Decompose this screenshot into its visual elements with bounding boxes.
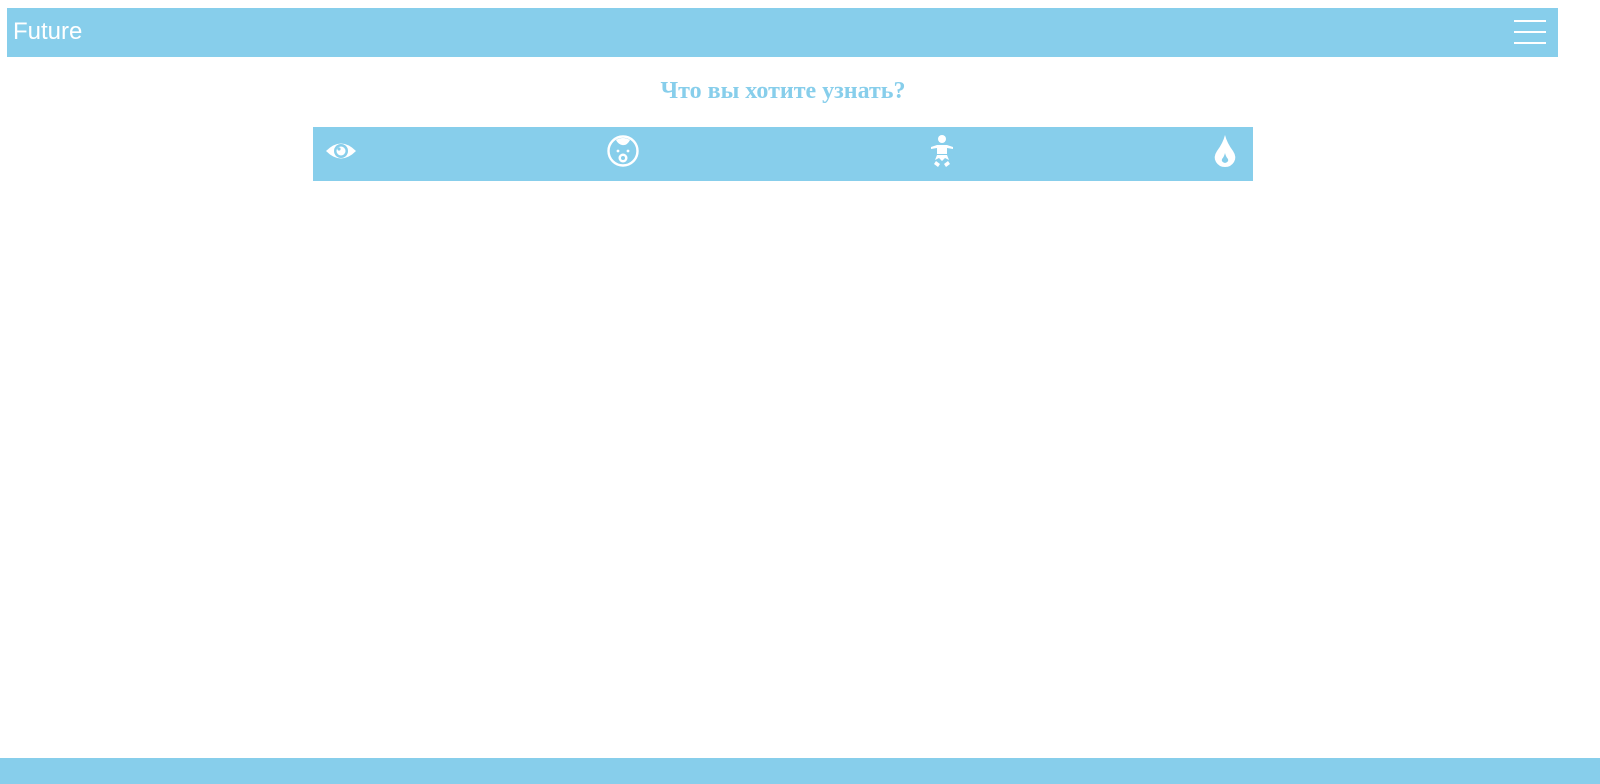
option-eye-button[interactable] bbox=[323, 133, 359, 169]
option-baby-face-button[interactable] bbox=[605, 133, 641, 169]
option-baby-button[interactable] bbox=[924, 133, 960, 169]
drop-icon bbox=[1214, 135, 1236, 167]
top-navbar: Future bbox=[7, 8, 1558, 57]
baby-face-icon bbox=[607, 135, 639, 167]
menu-button[interactable] bbox=[1514, 19, 1547, 45]
hamburger-menu-icon bbox=[1514, 20, 1546, 44]
brand-logo-text[interactable]: Future bbox=[13, 19, 82, 45]
baby-diaper-icon bbox=[931, 135, 953, 167]
options-bar bbox=[313, 127, 1253, 181]
footer-bar bbox=[0, 758, 1600, 784]
option-drop-button[interactable] bbox=[1207, 133, 1243, 169]
eye-icon bbox=[326, 143, 356, 159]
page-question: Что вы хотите узнать? bbox=[660, 78, 906, 104]
